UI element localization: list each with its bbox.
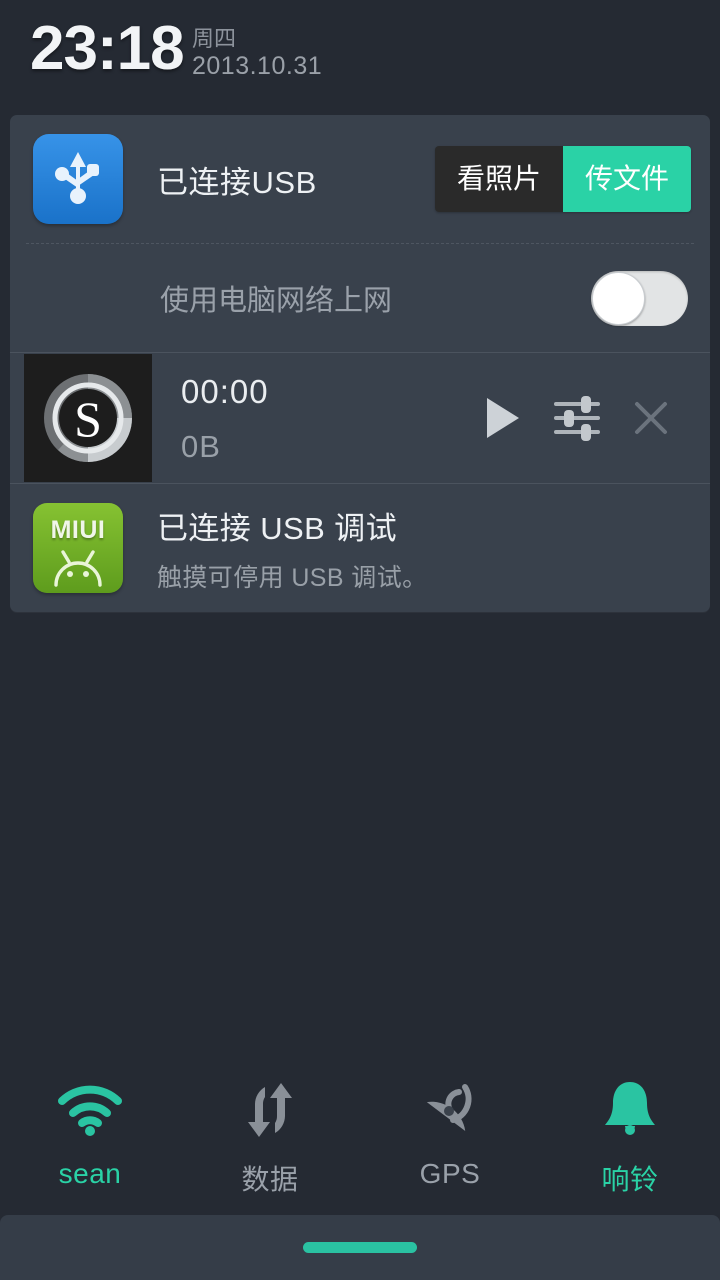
recorder-info: 00:00 0B — [181, 375, 466, 462]
notification-reverse-tether[interactable]: 使用电脑网络上网 — [10, 244, 710, 352]
drag-handle[interactable] — [303, 1242, 417, 1253]
usb-mode-segmented-control[interactable]: 看照片 传文件 — [434, 146, 691, 212]
recorder-s-logo: S — [24, 354, 152, 482]
usb-debugging-title: 已连接 USB 调试 — [157, 510, 397, 546]
quick-toggle-data[interactable]: 数据 — [180, 1063, 360, 1213]
notification-recorder[interactable]: S 00:00 0B — [10, 353, 710, 483]
usb-debugging-subtitle: 触摸可停用 USB 调试。 — [157, 563, 428, 592]
clock-date: 2013.10.31 — [192, 51, 323, 80]
status-header: 23:18 周四 2013.10.31 — [0, 0, 720, 110]
quick-toggle-bar: sean 数据 GPS 响铃 — [0, 1063, 720, 1213]
toggle-knob — [592, 271, 645, 325]
miui-wordmark: MIUI — [50, 516, 106, 544]
reverse-tether-toggle[interactable] — [591, 270, 688, 326]
notification-shade: 23:18 周四 2013.10.31 已连接USB 看照片 传文件 使用电脑网… — [0, 0, 720, 1280]
quick-toggle-ring[interactable]: 响铃 — [540, 1063, 720, 1213]
gps-icon — [419, 1077, 481, 1143]
quick-toggle-wifi-label: sean — [58, 1158, 122, 1189]
equalizer-icon[interactable] — [540, 381, 614, 455]
quick-toggle-ring-label: 响铃 — [601, 1164, 659, 1195]
notification-usb-debugging[interactable]: MIUI 已连接 USB 调试 触摸可停用 USB 调试。 — [10, 484, 710, 612]
clock-weekday: 周四 — [192, 26, 237, 51]
quick-toggle-wifi[interactable]: sean — [0, 1063, 180, 1213]
view-photos-button[interactable]: 看照片 — [434, 146, 563, 212]
reverse-tether-label: 使用电脑网络上网 — [160, 285, 393, 317]
clock-date-block: 周四 2013.10.31 — [192, 26, 322, 81]
usb-debugging-text: 已连接 USB 调试 触摸可停用 USB 调试。 — [157, 503, 710, 594]
notification-usb-connected[interactable]: 已连接USB 看照片 传文件 — [10, 115, 710, 243]
quick-toggle-gps-label: GPS — [419, 1158, 481, 1189]
data-sync-icon — [239, 1077, 301, 1143]
clock-time: 23:18 — [30, 14, 185, 83]
close-icon[interactable] — [614, 381, 688, 455]
shade-drag-bar[interactable] — [0, 1215, 720, 1280]
wifi-icon — [56, 1077, 124, 1143]
notification-panel: 已连接USB 看照片 传文件 使用电脑网络上网 S 00:00 0B MIUI … — [10, 115, 710, 612]
usb-title: 已连接USB — [157, 164, 317, 200]
quick-toggle-data-label: 数据 — [241, 1164, 299, 1195]
recorder-time: 00:00 — [181, 372, 269, 410]
svg-text:S: S — [74, 391, 102, 447]
play-icon[interactable] — [466, 381, 540, 455]
miui-android-icon: MIUI — [33, 503, 123, 593]
android-robot-icon — [33, 547, 123, 587]
transfer-files-button[interactable]: 传文件 — [562, 146, 691, 212]
usb-icon — [33, 134, 123, 224]
bell-icon — [601, 1077, 659, 1143]
quick-toggle-gps[interactable]: GPS — [360, 1063, 540, 1213]
recorder-size: 0B — [181, 428, 221, 464]
recorder-actions — [466, 381, 710, 455]
